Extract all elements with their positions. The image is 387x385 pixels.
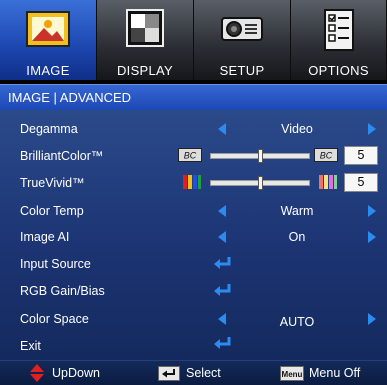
brilliantcolor-value: 5 [344, 146, 378, 165]
tab-setup-label: SETUP [219, 63, 265, 78]
row-imageai[interactable]: Image AI On [0, 224, 387, 249]
imageai-value: On [288, 230, 306, 244]
truevivid-label: TrueVivid™ [20, 176, 85, 190]
rgbgain-label: RGB Gain/Bias [20, 284, 105, 298]
enter-icon[interactable] [212, 336, 234, 352]
arrow-right-icon[interactable] [368, 123, 376, 135]
degamma-label: Degamma [20, 122, 78, 136]
truevivid-low-icon [183, 175, 201, 189]
updown-icon [30, 364, 44, 382]
brilliantcolor-slider-knob[interactable] [257, 149, 263, 163]
menu-title-bar: IMAGE | ADVANCED [0, 84, 387, 110]
options-icon [323, 9, 354, 51]
truevivid-slider[interactable] [210, 176, 310, 190]
brilliantcolor-high-icon-text: BC [320, 151, 333, 161]
page-title: IMAGE | ADVANCED [8, 90, 132, 105]
imageai-label: Image AI [20, 230, 70, 244]
row-truevivid[interactable]: TrueVivid™ 5 [0, 170, 387, 195]
colortemp-value: Warm [280, 204, 314, 218]
arrow-right-icon[interactable] [368, 231, 376, 243]
exit-label: Exit [20, 339, 41, 353]
enter-icon[interactable] [212, 283, 234, 299]
arrow-left-icon[interactable] [218, 205, 226, 217]
row-brilliantcolor[interactable]: BrilliantColor™ BC BC 5 [0, 143, 387, 168]
arrow-left-icon[interactable] [218, 231, 226, 243]
arrow-left-icon[interactable] [218, 313, 226, 325]
menu-body: Degamma Video BrilliantColor™ BC BC 5 Tr… [0, 110, 387, 360]
truevivid-value: 5 [344, 173, 378, 192]
colorspace-value: AUTO [279, 315, 315, 329]
display-icon [126, 9, 164, 47]
tab-options-label: OPTIONS [308, 63, 369, 78]
footer-help-bar: UpDown Select Menu Menu Off [0, 360, 387, 385]
tab-image-label: IMAGE [26, 63, 70, 78]
degamma-value: Video [281, 122, 313, 136]
brilliantcolor-label: BrilliantColor™ [20, 149, 104, 163]
brilliantcolor-slider[interactable] [210, 149, 310, 163]
footer-menuoff-label: Menu Off [309, 366, 361, 380]
menu-button-icon-text: Menu [282, 370, 303, 379]
tab-display-label: DISPLAY [116, 63, 174, 78]
select-icon [158, 366, 180, 381]
tab-image[interactable]: IMAGE [0, 0, 97, 80]
arrow-right-icon[interactable] [368, 313, 376, 325]
truevivid-high-icon [319, 175, 337, 189]
menu-button-icon: Menu [280, 366, 304, 381]
tab-setup[interactable]: SETUP [194, 0, 291, 80]
arrow-right-icon[interactable] [368, 205, 376, 217]
inputsource-label: Input Source [20, 257, 91, 271]
row-rgbgain[interactable]: RGB Gain/Bias [0, 278, 387, 303]
enter-icon[interactable] [212, 256, 234, 272]
footer-select-label: Select [186, 366, 221, 380]
row-inputsource[interactable]: Input Source [0, 251, 387, 276]
footer-updown-label: UpDown [52, 366, 100, 380]
tab-display[interactable]: DISPLAY [97, 0, 194, 80]
row-degamma[interactable]: Degamma Video [0, 116, 387, 141]
truevivid-slider-knob[interactable] [257, 176, 263, 190]
brilliantcolor-low-icon: BC [178, 148, 202, 162]
row-exit[interactable]: Exit [0, 333, 387, 358]
colorspace-label: Color Space [20, 312, 89, 326]
brilliantcolor-high-icon: BC [314, 148, 338, 162]
row-colorspace[interactable]: Color Space AUTO [0, 306, 387, 331]
tab-options[interactable]: OPTIONS [291, 0, 387, 80]
arrow-left-icon[interactable] [218, 123, 226, 135]
projector-icon [221, 17, 263, 41]
tab-bar: IMAGE DISPLAY SETUP OPTIONS [0, 0, 387, 80]
row-colortemp[interactable]: Color Temp Warm [0, 198, 387, 223]
colortemp-label: Color Temp [20, 204, 84, 218]
brilliantcolor-low-icon-text: BC [184, 151, 197, 161]
image-icon [26, 11, 70, 47]
